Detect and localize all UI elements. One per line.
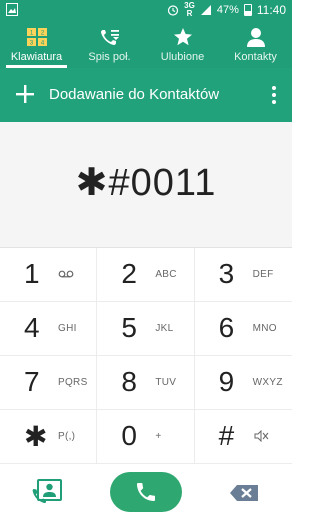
battery-icon — [243, 4, 252, 16]
tab-label: Kontakty — [234, 51, 277, 63]
key-letters: MNO — [252, 323, 277, 334]
key-4[interactable]: 4 GHI — [0, 302, 98, 356]
mute-icon — [254, 430, 269, 442]
dial-keypad: 1 2 ABC 3 DEF 4 GHI 5 JKL 6 MNO 7 PQRS 8… — [0, 248, 292, 464]
person-icon — [246, 28, 265, 47]
more-options-icon[interactable] — [266, 84, 282, 106]
tab-bar: 1 2 3 4 Klawiatura Spis poł. Ulubione Ko… — [0, 20, 292, 68]
keypad-grid-icon: 1 2 3 4 — [26, 28, 47, 47]
key-hash[interactable]: # — [194, 410, 292, 464]
backspace-icon[interactable] — [229, 484, 259, 502]
signal-icon — [200, 5, 211, 15]
contact-card-icon[interactable] — [31, 478, 63, 506]
key-digit: 7 — [24, 366, 40, 397]
key-letters: P(,) — [58, 431, 76, 442]
clock: 11:40 — [256, 3, 286, 17]
tab-label: Klawiatura — [10, 51, 63, 63]
key-digit: 0 — [121, 420, 137, 451]
star-icon — [173, 28, 192, 46]
alarm-icon — [168, 5, 179, 16]
key-2[interactable]: 2 ABC — [97, 248, 195, 302]
key-8[interactable]: 8 TUV — [97, 356, 195, 410]
key-digit: 2 — [121, 258, 137, 289]
tab-keypad[interactable]: 1 2 3 4 Klawiatura — [0, 20, 73, 68]
add-to-contacts-bar[interactable]: Dodawanie do Kontaktów — [0, 68, 292, 122]
call-button[interactable] — [110, 472, 182, 512]
key-digit: 5 — [121, 312, 137, 343]
key-1[interactable]: 1 — [0, 248, 98, 302]
call-log-icon — [100, 30, 119, 45]
status-bar: 3G R 47% 11:40 — [0, 0, 292, 20]
key-letters: PQRS — [58, 377, 88, 388]
image-icon — [6, 3, 18, 16]
key-star[interactable]: ✱ P(,) — [0, 410, 98, 464]
voicemail-icon — [58, 270, 74, 278]
tab-favorites[interactable]: Ulubione — [146, 20, 219, 68]
key-letters: + — [155, 431, 162, 442]
key-6[interactable]: 6 MNO — [194, 302, 292, 356]
key-letters: JKL — [155, 323, 174, 334]
tab-label: Spis poł. — [88, 51, 131, 63]
key-digit: 3 — [218, 258, 235, 289]
key-digit: 9 — [218, 366, 235, 397]
roaming-indicator: R — [186, 9, 193, 18]
tab-contacts[interactable]: Kontakty — [219, 20, 292, 68]
key-digit: ✱ — [24, 421, 48, 452]
key-letters: DEF — [252, 269, 274, 280]
key-letters: WXYZ — [252, 377, 283, 388]
phone-icon — [137, 483, 155, 501]
key-digit: # — [218, 420, 235, 451]
key-digit: 4 — [24, 312, 40, 343]
key-5[interactable]: 5 JKL — [97, 302, 195, 356]
key-digit: 8 — [121, 366, 137, 397]
key-letters: GHI — [58, 323, 77, 334]
bottom-action-bar — [0, 464, 292, 520]
key-0[interactable]: 0 + — [97, 410, 195, 464]
add-to-contacts-label: Dodawanie do Kontaktów — [49, 86, 220, 103]
key-digit: 1 — [24, 258, 40, 289]
tab-call-log[interactable]: Spis poł. — [73, 20, 146, 68]
plus-icon — [16, 85, 34, 103]
key-letters: ABC — [155, 269, 177, 280]
key-letters: TUV — [155, 377, 177, 388]
key-3[interactable]: 3 DEF — [194, 248, 292, 302]
battery-percent: 47% — [216, 4, 239, 16]
key-9[interactable]: 9 WXYZ — [194, 356, 292, 410]
key-7[interactable]: 7 PQRS — [0, 356, 98, 410]
key-digit: 6 — [218, 312, 235, 343]
number-display[interactable]: ✱#0011 — [0, 122, 292, 248]
tab-label: Ulubione — [160, 51, 205, 63]
dialed-number: ✱#0011 — [75, 162, 217, 204]
